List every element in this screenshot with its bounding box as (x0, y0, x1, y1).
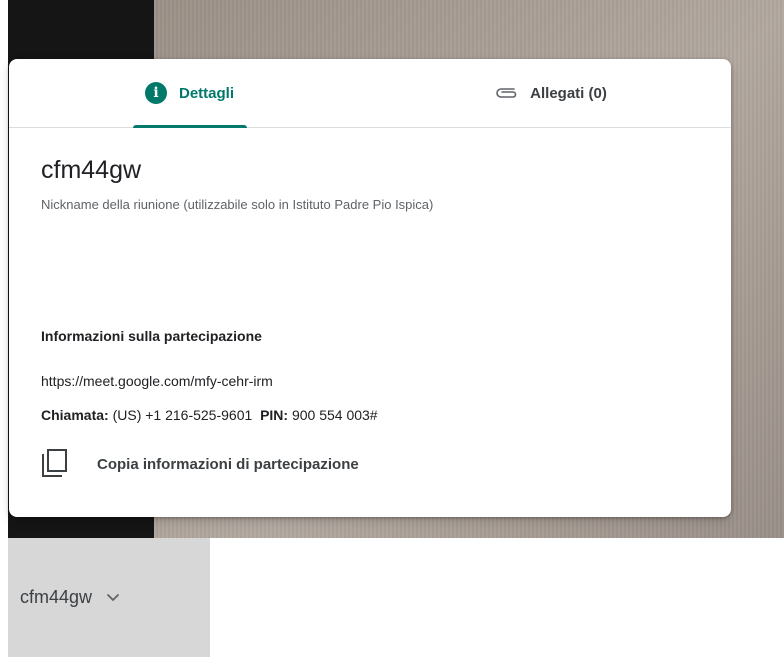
meeting-nickname-dropdown[interactable]: cfm44gw (8, 538, 210, 657)
pin-value: 900 554 003# (291, 407, 378, 423)
tab-details-label: Dettagli (178, 84, 234, 102)
meeting-nickname: cfm44gw (41, 156, 142, 184)
chevron-down-icon (106, 593, 120, 603)
tab-attachments[interactable]: Allegati (0) (370, 59, 731, 127)
meeting-details-panel: i Dettagli Allegati (0) cfm44gw Nickname… (9, 59, 731, 517)
copy-join-info-button[interactable]: Copia informazioni di partecipazione (41, 449, 359, 479)
chip-label: cfm44gw (20, 587, 93, 607)
meeting-url[interactable]: https://meet.google.com/mfy-cehr-irm (41, 373, 273, 389)
copy-icon (41, 449, 71, 479)
page-edge (0, 0, 8, 657)
paperclip-icon (494, 86, 520, 100)
dial-in-info: Chiamata: (US) +1 216-525-9601 PIN: 900 … (41, 407, 378, 423)
join-info-heading: Informazioni sulla partecipazione (41, 328, 262, 344)
copy-join-info-label: Copia informazioni di partecipazione (97, 455, 359, 473)
tab-attachments-label: Allegati (0) (530, 84, 607, 102)
info-icon: i (144, 82, 167, 104)
details-tabs: i Dettagli Allegati (0) (9, 59, 731, 128)
tab-details[interactable]: i Dettagli (9, 59, 370, 127)
active-tab-indicator (133, 125, 247, 128)
phone-number: (US) +1 216-525-9601 (112, 407, 253, 423)
meeting-nickname-note: Nickname della riunione (utilizzabile so… (41, 197, 434, 212)
phone-label: Chiamata: (41, 407, 109, 423)
pin-label: PIN: (260, 407, 289, 423)
